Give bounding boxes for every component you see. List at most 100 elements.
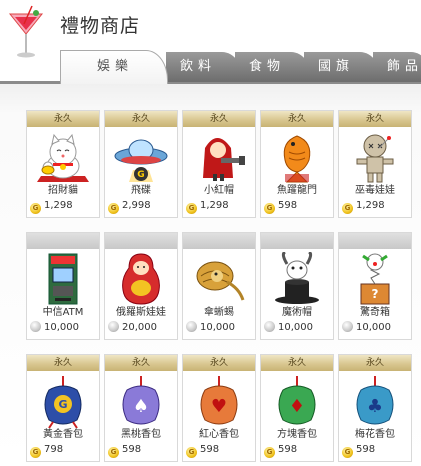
gift-name: 招財貓 [48, 185, 78, 196]
price-value: 598 [200, 444, 220, 455]
gift-name: 方塊香包 [277, 429, 317, 440]
price-value: 10,000 [44, 322, 79, 333]
club-sachet-icon[interactable]: ♣ [339, 374, 411, 428]
diamond-sachet-icon[interactable]: ♦ [261, 374, 333, 428]
gold-coin-icon: G [30, 447, 41, 458]
gift-item[interactable]: 中信ATM 10,000 [26, 232, 100, 340]
gift-item[interactable]: 永久招財貓 G 1,298 [26, 110, 100, 218]
gift-price: G 598 [339, 442, 411, 458]
gift-item[interactable]: 永久 G 黃金香包 G 798 [26, 354, 100, 462]
duration-badge [27, 233, 99, 249]
gift-item[interactable]: 俄羅斯娃娃 20,000 [104, 232, 178, 340]
duration-badge: 永久 [183, 111, 255, 127]
ufo-icon[interactable]: G [105, 130, 177, 184]
jack-in-the-box-icon[interactable]: ? [339, 252, 411, 306]
tab-accessories[interactable]: 飾品 [373, 52, 421, 82]
gift-item[interactable]: 魔術帽 10,000 [260, 232, 334, 340]
gold-coin-icon: G [30, 203, 41, 214]
gift-price: 10,000 [339, 320, 411, 336]
price-value: 798 [44, 444, 64, 455]
svg-text:♠: ♠ [133, 396, 149, 417]
gift-price: G 1,298 [183, 198, 255, 214]
duration-badge: 永久 [27, 111, 99, 127]
spade-sachet-icon[interactable]: ♠ [105, 374, 177, 428]
gold-coin-icon: G [108, 203, 119, 214]
gift-price: 20,000 [105, 320, 177, 336]
svg-text:G: G [137, 170, 144, 180]
gift-item[interactable]: 永久 魚躍龍門 G 598 [260, 110, 334, 218]
gold-coin-icon: G [264, 203, 275, 214]
duration-badge: 永久 [183, 355, 255, 371]
price-value: 598 [278, 200, 298, 211]
gift-item[interactable]: 永久 G 飛碟 G 2,998 [104, 110, 178, 218]
duration-badge [183, 233, 255, 249]
matryoshka-icon[interactable] [105, 252, 177, 306]
price-value: 598 [356, 444, 376, 455]
tab-entertainment[interactable]: 娛樂 [60, 50, 168, 84]
gift-name: 黃金香包 [43, 429, 83, 440]
gift-item[interactable]: 永久 ♠ 黑桃香包 G 598 [104, 354, 178, 462]
gift-item[interactable]: 永久 巫毒娃娃 G 1,298 [338, 110, 412, 218]
svg-text:♦: ♦ [289, 396, 305, 417]
price-value: 1,298 [356, 200, 385, 211]
gift-price: 10,000 [27, 320, 99, 336]
duration-badge [105, 233, 177, 249]
price-value: 1,298 [44, 200, 73, 211]
koi-fish-icon[interactable] [261, 130, 333, 184]
gold-sachet-icon[interactable]: G [27, 374, 99, 428]
gift-name: 傘蜥蜴 [204, 307, 234, 318]
silver-coin-icon [264, 321, 275, 332]
gold-coin-icon: G [186, 447, 197, 458]
tab-flags[interactable]: 國旗 [304, 52, 382, 82]
svg-text:G: G [58, 398, 67, 411]
svg-text:♣: ♣ [367, 396, 383, 417]
gift-item[interactable]: 傘蜥蜴 10,000 [182, 232, 256, 340]
price-value: 10,000 [278, 322, 313, 333]
gift-item[interactable]: 永久 ♥ 紅心香包 G 598 [182, 354, 256, 462]
gift-item[interactable]: 永久 ♦ 方塊香包 G 598 [260, 354, 334, 462]
gift-item[interactable]: 永久小紅帽 G 1,298 [182, 110, 256, 218]
svg-text:?: ? [372, 287, 379, 301]
price-value: 2,998 [122, 200, 151, 211]
svg-text:♥: ♥ [211, 396, 227, 417]
gift-name: 巫毒娃娃 [355, 185, 395, 196]
gift-name: 魔術帽 [282, 307, 312, 318]
duration-badge: 永久 [261, 111, 333, 127]
magic-hat-icon[interactable] [261, 252, 333, 306]
silver-coin-icon [108, 321, 119, 332]
frilled-lizard-icon[interactable] [183, 252, 255, 306]
gold-coin-icon: G [186, 203, 197, 214]
page-title: 禮物商店 [60, 15, 141, 37]
gift-price: G 1,298 [27, 198, 99, 214]
lucky-cat-icon[interactable] [27, 130, 99, 184]
gift-item[interactable]: ? 驚奇箱 10,000 [338, 232, 412, 340]
voodoo-doll-icon[interactable] [339, 130, 411, 184]
gift-name: 驚奇箱 [360, 307, 390, 318]
tab-food[interactable]: 食物 [235, 52, 313, 82]
duration-badge: 永久 [105, 355, 177, 371]
heart-sachet-icon[interactable]: ♥ [183, 374, 255, 428]
tab-drinks[interactable]: 飲料 [166, 52, 244, 82]
gift-price: G 598 [261, 442, 333, 458]
gold-coin-icon: G [108, 447, 119, 458]
red-hood-icon[interactable] [183, 130, 255, 184]
price-value: 20,000 [122, 322, 157, 333]
price-value: 1,298 [200, 200, 229, 211]
gold-coin-icon: G [342, 447, 353, 458]
silver-coin-icon [342, 321, 353, 332]
duration-badge: 永久 [339, 355, 411, 371]
gift-name: 小紅帽 [204, 185, 234, 196]
atm-icon[interactable] [27, 252, 99, 306]
duration-badge: 永久 [261, 355, 333, 371]
gift-name: 飛碟 [131, 185, 151, 196]
gift-price: G 798 [27, 442, 99, 458]
silver-coin-icon [186, 321, 197, 332]
silver-coin-icon [30, 321, 41, 332]
duration-badge [261, 233, 333, 249]
duration-badge: 永久 [105, 111, 177, 127]
category-tabs: 娛樂 飲料 食物 國旗 飾品 [0, 50, 421, 84]
gift-item[interactable]: 永久 ♣ 梅花香包 G 598 [338, 354, 412, 462]
gift-name: 俄羅斯娃娃 [116, 307, 166, 318]
price-value: 10,000 [200, 322, 235, 333]
price-value: 10,000 [356, 322, 391, 333]
